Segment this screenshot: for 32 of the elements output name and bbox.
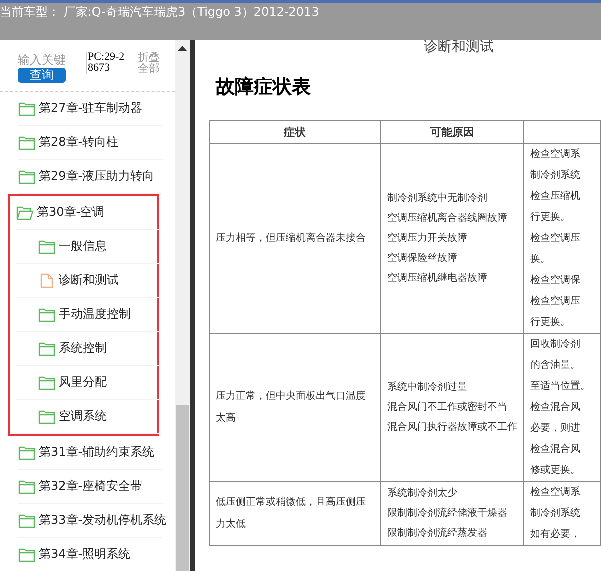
- tree-item[interactable]: 手动温度控制: [16, 298, 161, 332]
- column-header: 可能原因: [380, 120, 524, 144]
- search-button[interactable]: 查询: [18, 68, 66, 83]
- tree-item[interactable]: 系统控制: [16, 332, 161, 366]
- table-cell-text: 检查空调系 制冷剂系统 检查压缩机 行更换。 检查空调压 换。 检查空调保 检查空调压 行更换。: [530, 148, 580, 330]
- code-field[interactable]: PC:29-28673: [86, 52, 130, 74]
- scroll-thumb[interactable]: [176, 405, 189, 571]
- tree-item[interactable]: 第32章-座椅安全带: [18, 470, 163, 504]
- tree-item[interactable]: 第34章-照明系统: [18, 538, 163, 571]
- tree-item[interactable]: 风里分配: [16, 366, 161, 400]
- tree-item[interactable]: 第31章-辅助约束系统: [18, 436, 163, 470]
- vehicle-title: 当前车型： 厂家:Q-奇瑞汽车瑞虎3（Tiggo 3）2012-2013: [0, 4, 320, 21]
- table-cell-text: 检查空调系 制冷剂系统 如有必要，: [530, 486, 580, 542]
- tree-item[interactable]: 空调系统: [16, 400, 161, 434]
- table-cell-text: 压力相等，但压缩机离合器未接合: [216, 232, 367, 246]
- tree-item[interactable]: 第28章-转向柱: [18, 126, 163, 160]
- tree-item[interactable]: 第27章-驻车制动器: [18, 92, 163, 126]
- scrollbar[interactable]: [175, 40, 190, 571]
- table-cell-text: 回收制冷剂 的含油量。 至适当位置。 检查混合风 必要，则进 检查混合风 修或更换。: [530, 338, 590, 478]
- table-cell-text: 系统中制冷剂过量 混合风门不工作或密封不当 混合风门执行器故障或不工作: [387, 380, 518, 434]
- table-cell-text: 系统制冷剂太少 限制制冷剂流经储液干燥器 限制制冷剂流经蒸发器: [387, 486, 508, 540]
- search-field[interactable]: 输入关键: [18, 52, 78, 68]
- scroll-up-icon[interactable]: [178, 46, 187, 51]
- tree-item[interactable]: 一般信息: [16, 230, 161, 264]
- tree-item[interactable]: 第29章-液压助力转向: [18, 160, 163, 194]
- table-cell-text: 制冷剂系统中无制冷剂 空调压缩机离合器线圈故障 空调压力开关故障 空调保险丝故障 空调压缩机继电器故障: [387, 192, 508, 286]
- table-cell-text: 压力正常，但中央面板出气口温度太高: [216, 390, 367, 426]
- table-cell-text: 低压侧正常或稍微低，且高压侧压力太低: [216, 496, 367, 532]
- tree-item[interactable]: 第30章-空调: [16, 196, 161, 230]
- column-header: 症状: [210, 120, 381, 144]
- table-title: 故障症状表: [214, 75, 312, 100]
- tree-item[interactable]: 诊断和测试: [16, 264, 161, 298]
